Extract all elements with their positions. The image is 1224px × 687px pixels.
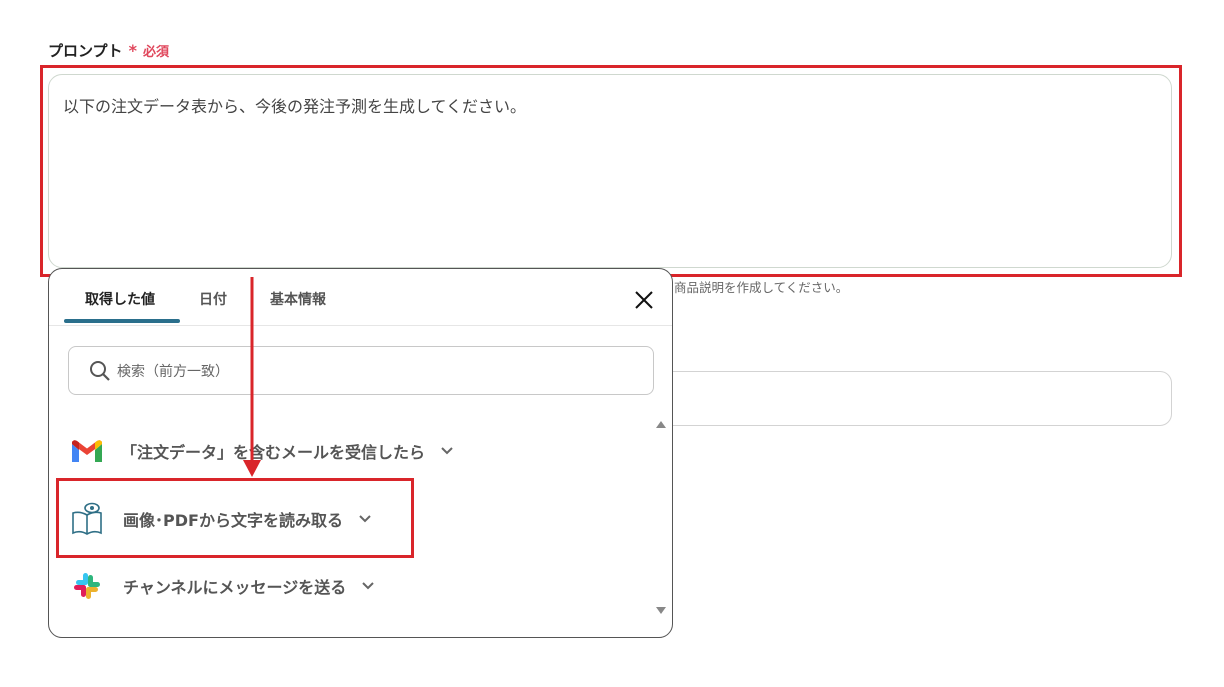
list-item-label: 画像･PDFから文字を読み取る (123, 511, 343, 530)
scroll-up-arrow[interactable] (656, 421, 666, 428)
popover-tabs: 取得した値 日付 基本情報 (49, 269, 672, 326)
chevron-down-icon (441, 447, 453, 455)
prompt-textarea-value: 以下の注文データ表から、今後の発注予測を生成してください。 (63, 97, 527, 116)
secondary-input[interactable] (640, 371, 1172, 426)
required-badge: 必須 (142, 45, 169, 60)
gmail-icon (69, 433, 105, 469)
chevron-down-icon (359, 515, 371, 523)
active-tab-indicator (64, 319, 180, 323)
value-picker-popover: 取得した値 日付 基本情報 「注文データ」を含むメールを受信したら (48, 268, 673, 638)
scroll-down-arrow[interactable] (656, 607, 666, 614)
helper-text: 商品説明を作成してください。 (674, 280, 849, 295)
list-item-ocr-action[interactable]: 画像･PDFから文字を読み取る (69, 499, 373, 539)
list-item-gmail-trigger[interactable]: 「注文データ」を含むメールを受信したら (69, 431, 455, 471)
list-item-slack-action[interactable]: チャンネルにメッセージを送る (69, 566, 376, 606)
search-icon (90, 361, 110, 381)
required-asterisk: * (128, 41, 137, 60)
tab-basic-info[interactable]: 基本情報 (270, 289, 326, 309)
ocr-book-icon (69, 501, 105, 537)
tab-acquired-values[interactable]: 取得した値 (85, 289, 155, 309)
scrollbar[interactable] (653, 421, 667, 617)
slack-icon (69, 568, 105, 604)
chevron-down-icon (362, 582, 374, 590)
prompt-label-text: プロンプト (48, 42, 123, 60)
prompt-field-label: プロンプト * 必須 (48, 40, 169, 61)
prompt-textarea[interactable]: 以下の注文データ表から、今後の発注予測を生成してください。 (48, 74, 1172, 268)
search-input[interactable] (115, 359, 619, 385)
list-item-label: 「注文データ」を含むメールを受信したら (121, 443, 426, 462)
search-field[interactable] (68, 346, 654, 395)
tab-date[interactable]: 日付 (199, 289, 227, 309)
list-item-label: チャンネルにメッセージを送る (123, 578, 347, 597)
close-button[interactable] (631, 287, 657, 313)
close-icon (635, 291, 653, 309)
